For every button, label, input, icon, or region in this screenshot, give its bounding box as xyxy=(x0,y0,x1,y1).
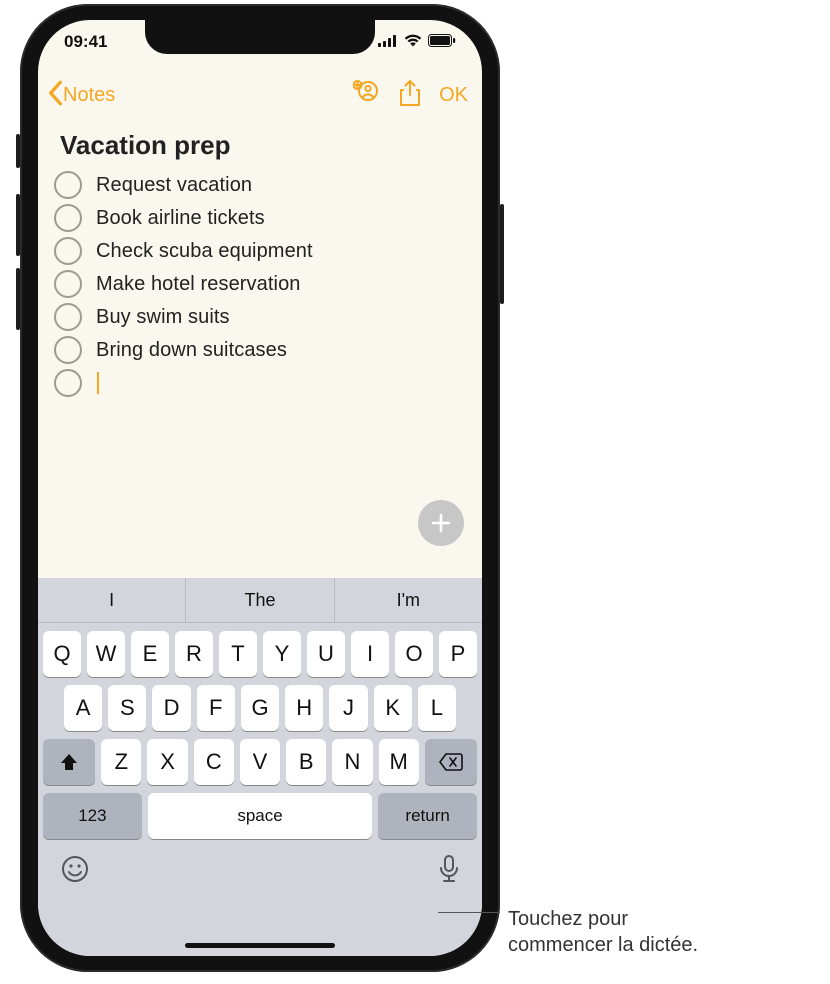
suggestion[interactable]: I xyxy=(38,578,186,622)
list-item[interactable]: Make hotel reservation xyxy=(54,270,466,298)
key-q[interactable]: Q xyxy=(43,631,81,677)
callout-line1: Touchez pour xyxy=(508,908,628,930)
list-item[interactable]: Check scuba equipment xyxy=(54,237,466,265)
back-label: Notes xyxy=(63,84,115,107)
numeric-key[interactable]: 123 xyxy=(43,793,142,839)
key-u[interactable]: U xyxy=(307,631,345,677)
key-p[interactable]: P xyxy=(439,631,477,677)
mute-switch[interactable] xyxy=(16,134,20,168)
checkbox[interactable] xyxy=(54,369,82,397)
key-s[interactable]: S xyxy=(108,685,146,731)
key-h[interactable]: H xyxy=(285,685,323,731)
list-item[interactable]: Book airline tickets xyxy=(54,204,466,232)
key-a[interactable]: A xyxy=(64,685,102,731)
note-title[interactable]: Vacation prep xyxy=(60,130,466,161)
backspace-key[interactable] xyxy=(425,739,477,785)
key-k[interactable]: K xyxy=(374,685,412,731)
list-item[interactable]: Bring down suitcases xyxy=(54,336,466,364)
microphone-icon[interactable] xyxy=(438,854,460,889)
item-text: Bring down suitcases xyxy=(96,339,287,362)
key-w[interactable]: W xyxy=(87,631,125,677)
collaborate-icon[interactable] xyxy=(353,80,381,111)
screen: 09:41 xyxy=(38,20,482,956)
item-text: Check scuba equipment xyxy=(96,240,313,263)
done-button[interactable]: OK xyxy=(439,84,468,107)
battery-icon xyxy=(428,32,456,52)
list-item[interactable] xyxy=(54,369,466,397)
key-b[interactable]: B xyxy=(286,739,326,785)
home-indicator[interactable] xyxy=(185,943,335,948)
key-f[interactable]: F xyxy=(197,685,235,731)
chevron-left-icon xyxy=(46,80,64,111)
checkbox[interactable] xyxy=(54,204,82,232)
shift-key[interactable] xyxy=(43,739,95,785)
key-c[interactable]: C xyxy=(194,739,234,785)
suggestion[interactable]: I'm xyxy=(335,578,482,622)
status-time: 09:41 xyxy=(64,32,107,52)
item-text: Buy swim suits xyxy=(96,306,230,329)
key-l[interactable]: L xyxy=(418,685,456,731)
nav-bar: Notes OK xyxy=(38,72,482,118)
key-v[interactable]: V xyxy=(240,739,280,785)
key-t[interactable]: T xyxy=(219,631,257,677)
key-row-1: Q W E R T Y U I O P xyxy=(38,623,482,677)
volume-down-button[interactable] xyxy=(16,268,20,330)
notch xyxy=(145,20,375,54)
list-item[interactable]: Request vacation xyxy=(54,171,466,199)
back-button[interactable]: Notes xyxy=(46,80,115,111)
key-y[interactable]: Y xyxy=(263,631,301,677)
item-text: Make hotel reservation xyxy=(96,273,301,296)
key-o[interactable]: O xyxy=(395,631,433,677)
callout-line2: commencer la dictée. xyxy=(508,934,698,956)
key-j[interactable]: J xyxy=(329,685,367,731)
key-r[interactable]: R xyxy=(175,631,213,677)
key-row-4: 123 space return xyxy=(38,785,482,839)
key-row-2: A S D F G H J K L xyxy=(38,677,482,731)
checkbox[interactable] xyxy=(54,171,82,199)
emoji-icon[interactable] xyxy=(60,854,90,889)
key-e[interactable]: E xyxy=(131,631,169,677)
return-key[interactable]: return xyxy=(378,793,477,839)
suggestion-bar: I The I'm xyxy=(38,578,482,623)
key-i[interactable]: I xyxy=(351,631,389,677)
callout-leader xyxy=(438,912,500,913)
key-z[interactable]: Z xyxy=(101,739,141,785)
space-key[interactable]: space xyxy=(148,793,372,839)
key-x[interactable]: X xyxy=(147,739,187,785)
volume-up-button[interactable] xyxy=(16,194,20,256)
checkbox[interactable] xyxy=(54,237,82,265)
suggestion[interactable]: The xyxy=(186,578,334,622)
cellular-icon xyxy=(378,32,398,52)
phone-frame: 09:41 xyxy=(20,4,500,972)
keyboard: I The I'm Q W E R T Y U I O P A xyxy=(38,578,482,956)
item-text: Request vacation xyxy=(96,174,252,197)
item-text: Book airline tickets xyxy=(96,207,265,230)
checkbox[interactable] xyxy=(54,270,82,298)
list-item[interactable]: Buy swim suits xyxy=(54,303,466,331)
key-m[interactable]: M xyxy=(379,739,419,785)
key-row-3: Z X C V B N M xyxy=(38,731,482,785)
text-cursor xyxy=(97,372,99,394)
side-button[interactable] xyxy=(500,204,504,304)
key-n[interactable]: N xyxy=(332,739,372,785)
checklist: Request vacation Book airline tickets Ch… xyxy=(54,171,466,397)
add-button[interactable] xyxy=(418,500,464,546)
key-d[interactable]: D xyxy=(152,685,190,731)
checkbox[interactable] xyxy=(54,303,82,331)
checkbox[interactable] xyxy=(54,336,82,364)
key-g[interactable]: G xyxy=(241,685,279,731)
share-icon[interactable] xyxy=(399,79,421,112)
wifi-icon xyxy=(404,32,422,52)
callout-text: Touchez pour commencer la dictée. xyxy=(508,906,698,958)
